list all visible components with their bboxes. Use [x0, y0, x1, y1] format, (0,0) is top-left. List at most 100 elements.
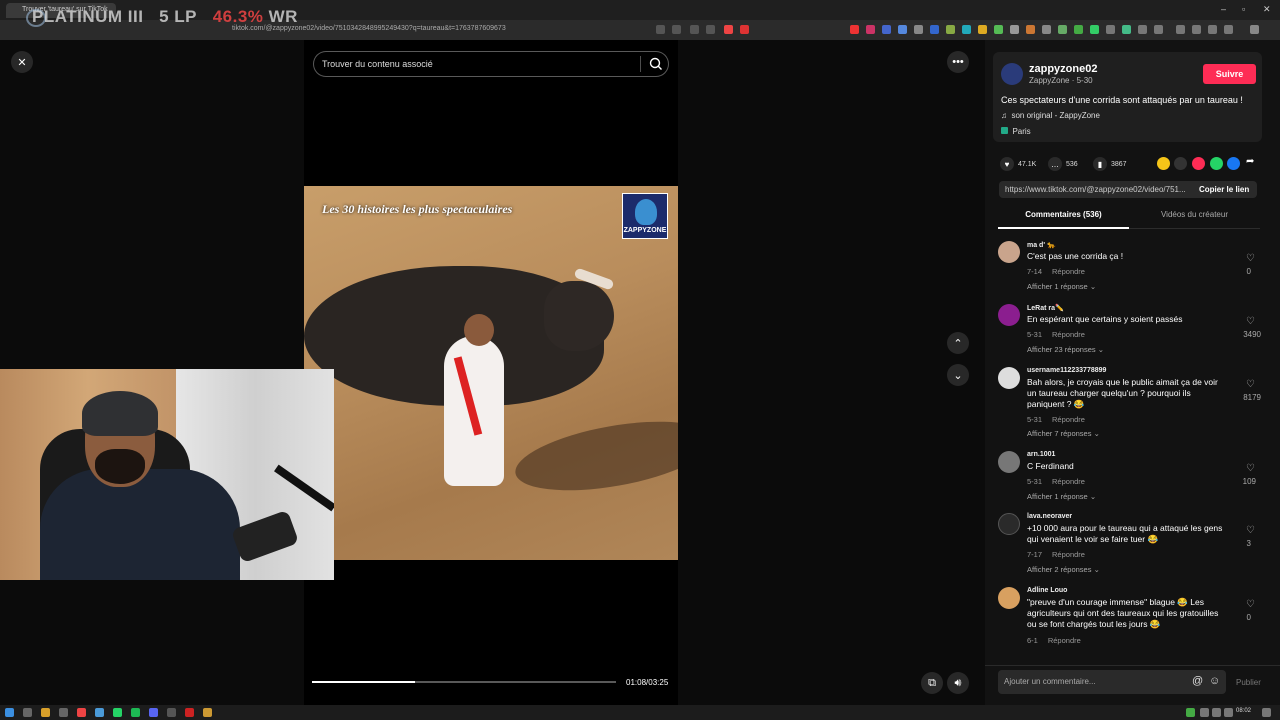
commenter-name[interactable]: LeRat ra✏️ [1027, 304, 1064, 312]
commenter-name[interactable]: Adline Louo [1027, 587, 1067, 594]
translate-icon[interactable] [690, 25, 699, 34]
commenter-name[interactable]: ma d' 🐆 [1027, 241, 1056, 249]
location-row[interactable]: Paris [1001, 127, 1031, 136]
extension-icon[interactable] [866, 25, 875, 34]
volume-button[interactable]: 🔊︎ [947, 672, 969, 694]
facebook-icon[interactable] [1227, 157, 1240, 170]
reply-button[interactable]: Répondre [1052, 267, 1085, 276]
close-window-icon[interactable]: ✕ [1263, 4, 1271, 15]
commenter-avatar[interactable] [998, 513, 1020, 535]
search-icon[interactable] [648, 56, 664, 72]
download-icon[interactable] [1176, 25, 1185, 34]
tab-comments[interactable]: Commentaires (536) [998, 205, 1129, 229]
comment-like-icon[interactable]: ♡ [1246, 379, 1255, 390]
extension-icon[interactable] [1090, 25, 1099, 34]
extension-icon[interactable] [850, 25, 859, 34]
wallet-icon[interactable] [1224, 25, 1233, 34]
tray-icon[interactable] [1200, 708, 1209, 717]
embed-icon[interactable] [1174, 157, 1187, 170]
tab-creator-videos[interactable]: Vidéos du créateur [1129, 205, 1260, 229]
commenter-avatar[interactable] [998, 451, 1020, 473]
emoji-icon[interactable]: ☺ [1209, 675, 1220, 687]
reply-button[interactable]: Répondre [1052, 477, 1085, 486]
reply-button[interactable]: Répondre [1052, 550, 1085, 559]
share-arrow-icon[interactable]: ➦ [1246, 156, 1254, 167]
previous-video-button[interactable]: ⌃ [947, 332, 969, 354]
obs-taskbar-icon[interactable] [167, 708, 176, 717]
save-button[interactable]: ▮ 3867 [1093, 157, 1127, 171]
commenter-avatar[interactable] [998, 304, 1020, 326]
extension-icon[interactable] [1010, 25, 1019, 34]
extension-icon[interactable] [1058, 25, 1067, 34]
publish-button[interactable]: Publier [1236, 678, 1261, 687]
commenter-avatar[interactable] [998, 367, 1020, 389]
taskbar-app-icon[interactable] [203, 708, 212, 717]
show-replies-button[interactable]: Afficher 23 réponses ⌄ [1027, 345, 1104, 354]
commenter-name[interactable]: lava.neoraver [1027, 513, 1072, 520]
related-search-bar[interactable]: Trouver du contenu associé [313, 51, 669, 77]
comment-like-icon[interactable]: ♡ [1246, 463, 1255, 474]
extension-icon[interactable] [882, 25, 891, 34]
mention-icon[interactable]: @ [1192, 675, 1203, 687]
zoom-icon[interactable] [706, 25, 715, 34]
share-friends-icon[interactable] [1157, 157, 1170, 170]
discord-taskbar-icon[interactable] [149, 708, 158, 717]
comment-button[interactable]: … 536 [1048, 157, 1078, 171]
minimize-icon[interactable]: – [1221, 4, 1226, 14]
commenter-name[interactable]: arn.1001 [1027, 451, 1055, 458]
show-replies-button[interactable]: Afficher 1 réponse ⌄ [1027, 492, 1096, 501]
video-link[interactable]: https://www.tiktok.com/@zappyzone02/vide… [1005, 185, 1190, 194]
comment-like-icon[interactable]: ♡ [1246, 253, 1255, 264]
maximize-icon[interactable]: ▫ [1242, 4, 1245, 14]
copy-link-button[interactable]: Copier le lien [1199, 185, 1249, 194]
author-name[interactable]: zappyzone02 [1029, 63, 1097, 75]
whatsapp-taskbar-icon[interactable] [113, 708, 122, 717]
spotify-taskbar-icon[interactable] [131, 708, 140, 717]
reply-button[interactable]: Répondre [1048, 636, 1081, 645]
taskbar-search-icon[interactable] [23, 708, 32, 717]
volume-tray-icon[interactable] [1224, 708, 1233, 717]
extension-icon[interactable] [946, 25, 955, 34]
show-replies-button[interactable]: Afficher 7 réponses ⌄ [1027, 429, 1100, 438]
whatsapp-icon[interactable] [1210, 157, 1223, 170]
start-icon[interactable] [5, 708, 14, 717]
reply-button[interactable]: Répondre [1052, 330, 1085, 339]
sidebar-icon[interactable] [1208, 25, 1217, 34]
extension-icon[interactable] [1154, 25, 1163, 34]
video-frame[interactable]: Les 30 histoires les plus spectaculaires… [304, 186, 678, 560]
close-player-button[interactable]: ✕ [11, 51, 33, 73]
tray-icon[interactable] [1186, 708, 1195, 717]
commenter-avatar[interactable] [998, 587, 1020, 609]
extension-icon[interactable] [1026, 25, 1035, 34]
extension-icon[interactable] [1042, 25, 1051, 34]
extension-icon[interactable] [740, 25, 749, 34]
extension-icon[interactable] [914, 25, 923, 34]
author-avatar[interactable] [1001, 63, 1023, 85]
brave-taskbar-icon[interactable] [77, 708, 86, 717]
extension-icon[interactable] [672, 25, 681, 34]
commenter-name[interactable]: username112233778899 [1027, 367, 1106, 374]
next-video-button[interactable]: ⌄ [947, 364, 969, 386]
extension-icon[interactable] [1138, 25, 1147, 34]
comment-like-icon[interactable]: ♡ [1246, 599, 1255, 610]
extension-icon[interactable] [1122, 25, 1131, 34]
commenter-avatar[interactable] [998, 241, 1020, 263]
search-input[interactable]: Trouver du contenu associé [322, 59, 433, 69]
taskbar-app-icon[interactable] [59, 708, 68, 717]
comment-like-icon[interactable]: ♡ [1246, 525, 1255, 536]
extension-icon[interactable] [898, 25, 907, 34]
file-explorer-icon[interactable] [41, 708, 50, 717]
taskbar-app-icon[interactable] [185, 708, 194, 717]
extension-icon[interactable] [656, 25, 665, 34]
comment-input[interactable]: Ajouter un commentaire... @ ☺ [998, 670, 1226, 694]
network-icon[interactable] [1212, 708, 1221, 717]
taskbar-app-icon[interactable] [95, 708, 104, 717]
menu-icon[interactable] [1250, 25, 1259, 34]
miniplayer-button[interactable]: ⧉ [921, 672, 943, 694]
music-row[interactable]: ♫ son original - ZappyZone [1001, 111, 1100, 120]
extension-icon[interactable] [994, 25, 1003, 34]
extension-icon[interactable] [962, 25, 971, 34]
extension-icon[interactable] [1192, 25, 1201, 34]
extension-icon[interactable] [1074, 25, 1083, 34]
extension-icon[interactable] [930, 25, 939, 34]
